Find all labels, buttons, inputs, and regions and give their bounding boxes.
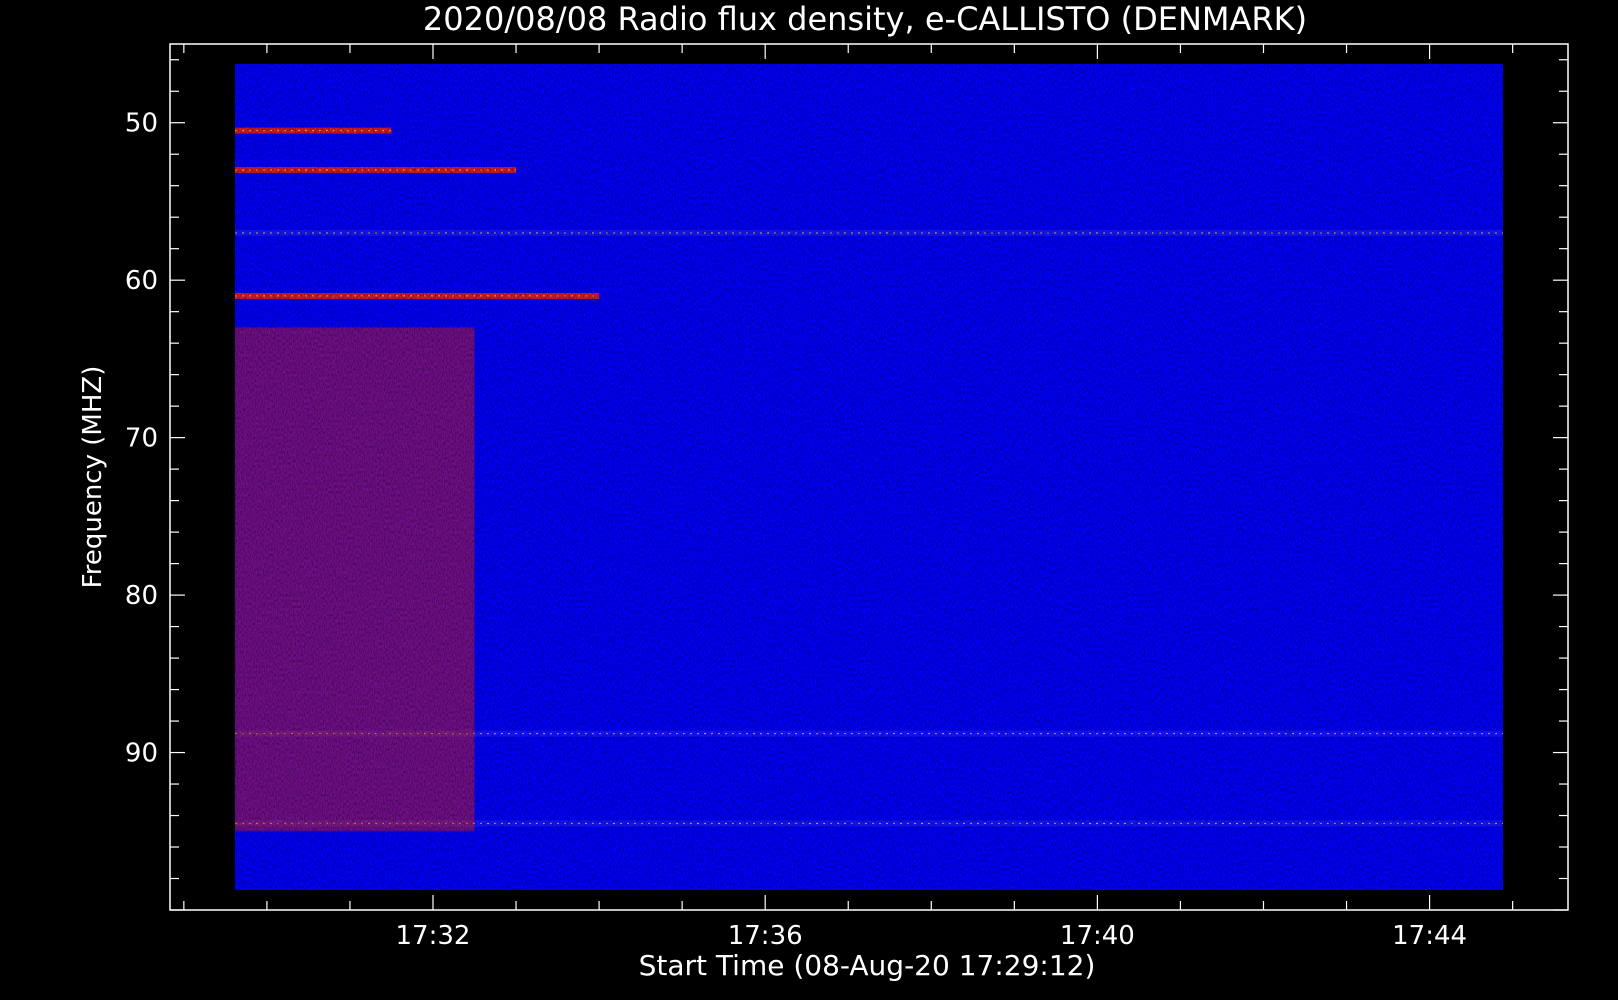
- y-axis-label: Frequency (MHZ): [78, 366, 108, 589]
- x-axis-label: Start Time (08-Aug-20 17:29:12): [639, 949, 1096, 982]
- plot-area: [169, 43, 1569, 911]
- x-tick-label: 17:36: [728, 921, 803, 951]
- spectrogram-chart: 2020/08/08 Radio flux density, e-CALLIST…: [0, 0, 1618, 1000]
- x-tick-label: 17:40: [1060, 921, 1135, 951]
- chart-title: 2020/08/08 Radio flux density, e-CALLIST…: [423, 0, 1307, 38]
- spectrogram-noise: [235, 64, 1503, 890]
- y-tick-label: 60: [125, 266, 158, 296]
- x-tick-label: 17:32: [396, 921, 471, 951]
- y-tick-label: 50: [125, 109, 158, 139]
- y-tick-label: 70: [125, 424, 158, 454]
- x-tick-label: 17:44: [1392, 921, 1467, 951]
- y-tick-label: 90: [125, 739, 158, 769]
- y-tick-label: 80: [125, 581, 158, 611]
